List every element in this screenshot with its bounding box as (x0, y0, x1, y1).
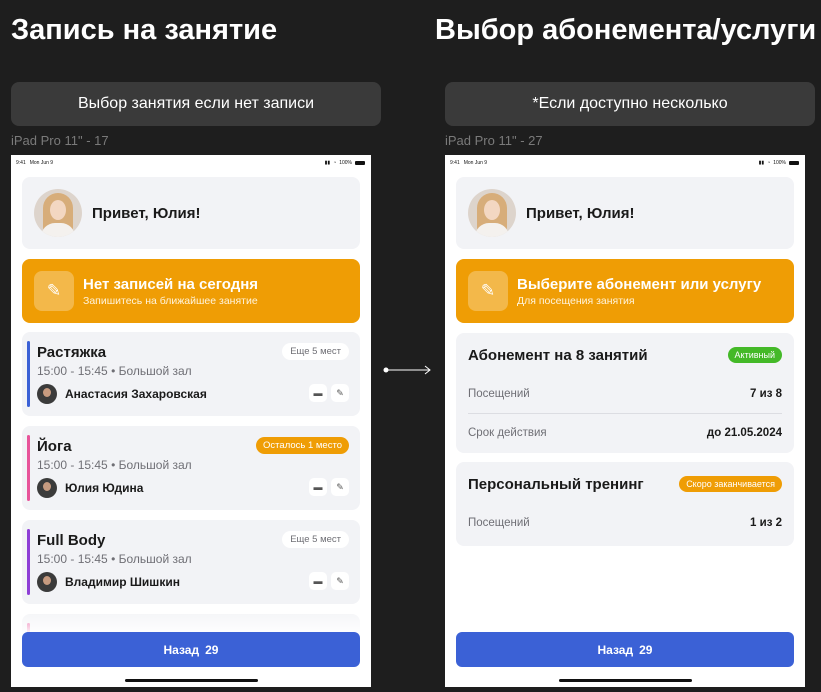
lesson-time-room: 15:00 - 15:45 • Большой зал (37, 552, 192, 566)
coach-name: Юлия Юдина (65, 481, 144, 495)
choose-subscription-banner[interactable]: ✎ Выберите абонемент или услугу Для посе… (456, 259, 794, 323)
subscription-name: Персональный тренинг (468, 475, 644, 493)
back-button[interactable]: Назад 29 (22, 632, 360, 667)
lesson-coach: Анастасия Захаровская (37, 384, 348, 404)
banner-title: Нет записей на сегодня (83, 275, 259, 293)
home-indicator (559, 679, 692, 682)
wifi-icon: ◔ (767, 160, 771, 166)
subscription-row: Срок действия до 21.05.2024 (468, 413, 782, 451)
coach-avatar (37, 572, 57, 592)
no-bookings-banner[interactable]: ✎ Нет записей на сегодня Запишитесь на б… (22, 259, 360, 323)
status-date: Mon Jun 9 (29, 160, 54, 166)
flow-arrow-icon (383, 365, 431, 375)
banner-title: Выберите абонемент или услугу (517, 275, 762, 293)
back-button[interactable]: Назад 29 (456, 632, 794, 667)
ipad-frame-booking: 9:41 Mon Jun 9 ▮▮ ◔ 100% Привет, Юлия! ✎… (11, 155, 371, 687)
section-title-booking: Запись на занятие (11, 14, 278, 46)
pencil-icon: ✎ (34, 271, 74, 311)
battery-percent: 100% (773, 160, 786, 166)
status-time: 9:41 (16, 160, 26, 166)
lesson-color-bar (27, 341, 30, 407)
lesson-time-room: 15:00 - 15:45 • Большой зал (37, 458, 192, 472)
spots-badge: Осталось 1 место (256, 437, 349, 454)
pencil-icon[interactable]: ✎ (331, 384, 349, 402)
wifi-icon: ◔ (333, 160, 337, 166)
wallet-icon[interactable]: ▬ (309, 478, 327, 496)
coach-avatar (37, 384, 57, 404)
spots-badge: Еще 5 мест (282, 343, 349, 360)
home-indicator (125, 679, 258, 682)
pencil-icon[interactable]: ✎ (331, 572, 349, 590)
subscription-row: Посещений 7 из 8 (468, 388, 782, 400)
pencil-icon: ✎ (468, 271, 508, 311)
wallet-icon[interactable]: ▬ (309, 384, 327, 402)
lesson-time-room: 15:00 - 15:45 • Большой зал (37, 364, 192, 378)
greeting-text: Привет, Юлия! (92, 204, 201, 222)
section-title-subscription: Выбор абонемента/услуги (435, 14, 817, 46)
spots-badge: Еще 5 мест (282, 531, 349, 548)
lesson-color-bar (27, 529, 30, 595)
status-badge: Активный (727, 347, 782, 363)
greeting-text: Привет, Юлия! (526, 204, 635, 222)
status-bar: 9:41 Mon Jun 9 ▮▮ ◔ 100% (16, 159, 365, 167)
banner-subtitle: Запишитесь на ближайшее занятие (83, 294, 258, 307)
lesson-card[interactable]: Йога 15:00 - 15:45 • Большой зал Юлия Юд… (22, 426, 360, 510)
battery-icon (789, 161, 799, 165)
coach-avatar (37, 478, 57, 498)
frame-label-27: iPad Pro 11" - 27 (445, 133, 543, 148)
pencil-icon[interactable]: ✎ (331, 478, 349, 496)
avatar[interactable] (468, 189, 516, 237)
note-button-multiple[interactable]: *Если доступно несколько (445, 82, 815, 126)
greeting-card: Привет, Юлия! (22, 177, 360, 249)
status-bar: 9:41 Mon Jun 9 ▮▮ ◔ 100% (450, 159, 799, 167)
battery-icon (355, 161, 365, 165)
subscription-card[interactable]: Персональный тренинг Скоро заканчивается… (456, 462, 794, 546)
battery-percent: 100% (339, 160, 352, 166)
greeting-card: Привет, Юлия! (456, 177, 794, 249)
coach-name: Анастасия Захаровская (65, 387, 207, 401)
status-date: Mon Jun 9 (463, 160, 488, 166)
lesson-color-bar (27, 435, 30, 501)
wallet-icon[interactable]: ▬ (309, 572, 327, 590)
signal-icon: ▮▮ (324, 160, 331, 166)
lesson-card[interactable]: Full Body 15:00 - 15:45 • Большой зал Вл… (22, 520, 360, 604)
subscription-name: Абонемент на 8 занятий (468, 346, 648, 364)
lesson-coach: Юлия Юдина (37, 478, 348, 498)
ipad-frame-subscription: 9:41 Mon Jun 9 ▮▮ ◔ 100% Привет, Юлия! ✎… (445, 155, 805, 687)
coach-name: Владимир Шишкин (65, 575, 180, 589)
lesson-card[interactable]: Растяжка 15:00 - 15:45 • Большой зал Ана… (22, 332, 360, 416)
status-time: 9:41 (450, 160, 460, 166)
lesson-coach: Владимир Шишкин (37, 572, 348, 592)
signal-icon: ▮▮ (758, 160, 765, 166)
frame-label-17: iPad Pro 11" - 17 (11, 133, 109, 148)
avatar[interactable] (34, 189, 82, 237)
status-badge: Скоро заканчивается (679, 476, 782, 492)
subscription-row: Посещений 1 из 2 (468, 517, 782, 529)
note-button-no-booking[interactable]: Выбор занятия если нет записи (11, 82, 381, 126)
banner-subtitle: Для посещения занятия (517, 294, 635, 307)
subscription-card[interactable]: Абонемент на 8 занятий Активный Посещени… (456, 333, 794, 453)
